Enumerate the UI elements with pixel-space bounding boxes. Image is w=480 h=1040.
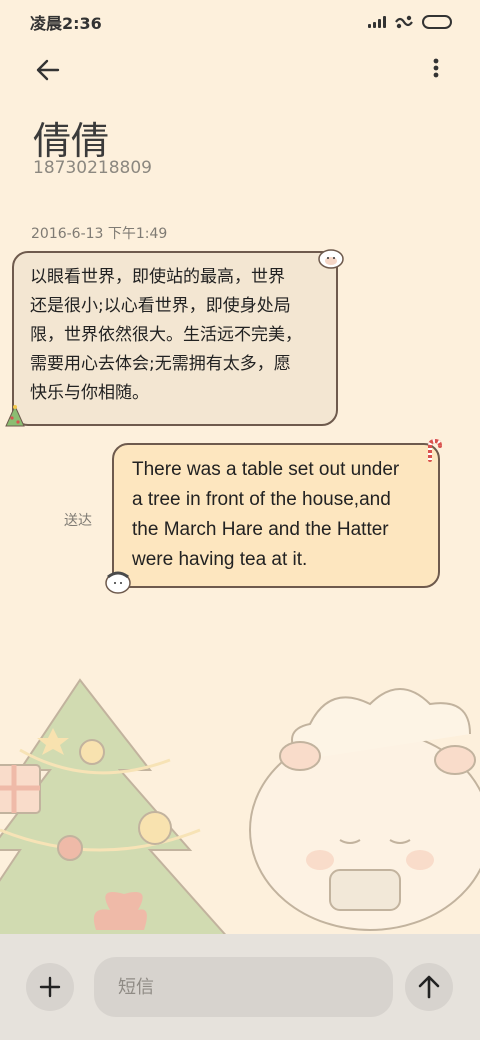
tree-sticker-icon (5, 404, 25, 427)
message-date: 2016-6-13 下午1:49 (31, 226, 168, 242)
message-line: 限，世界依然很大。生活远不完美， (30, 325, 302, 345)
outgoing-message-bubble[interactable]: There was a table set out under a tree i… (112, 443, 440, 588)
more-vertical-icon (433, 58, 439, 78)
incoming-message-bubble[interactable]: 以眼看世界，即使站的最高，世界 还是很小;以心看世界，即使身处局 限，世界依然很… (12, 251, 338, 426)
composer-bar (0, 934, 480, 1040)
sheep-sticker-icon (105, 571, 131, 594)
message-line: the March Hare and the Hatter (132, 519, 389, 540)
message-line: 以眼看世界，即使站的最高，世界 (30, 267, 285, 287)
status-time: 凌晨2:36 (30, 14, 102, 33)
sms-input[interactable] (94, 957, 393, 1017)
delivery-status: 送达 (64, 513, 92, 529)
message-line: There was a table set out under (132, 459, 400, 480)
contact-name: 倩倩 (33, 119, 110, 163)
plus-icon (39, 976, 61, 998)
notification-icon (395, 15, 413, 29)
message-line: 还是很小;以心看世界，即使身处局 (30, 296, 291, 316)
message-line: 需要用心去体会;无需拥有太多，愿 (30, 354, 291, 374)
status-icons (368, 14, 452, 30)
message-line: 快乐与你相随。 (30, 383, 149, 403)
message-line: a tree in front of the house,and (132, 489, 391, 510)
contact-phone: 18730218809 (33, 158, 152, 178)
battery-icon (422, 15, 452, 29)
status-bar: 凌晨2:36 (0, 0, 480, 44)
arrow-up-icon (418, 975, 440, 999)
message-line: were having tea at it. (132, 549, 308, 570)
more-options-button[interactable] (428, 54, 444, 86)
christmas-wallpaper-illustration (0, 678, 480, 940)
send-button[interactable] (405, 963, 453, 1011)
add-attachment-button[interactable] (26, 963, 74, 1011)
back-arrow-icon (36, 59, 60, 81)
signal-icon (368, 16, 386, 28)
candy-cane-sticker-icon (428, 438, 442, 462)
back-button[interactable] (32, 54, 64, 86)
top-bar (0, 48, 480, 92)
sheep-sticker-icon (318, 249, 344, 269)
